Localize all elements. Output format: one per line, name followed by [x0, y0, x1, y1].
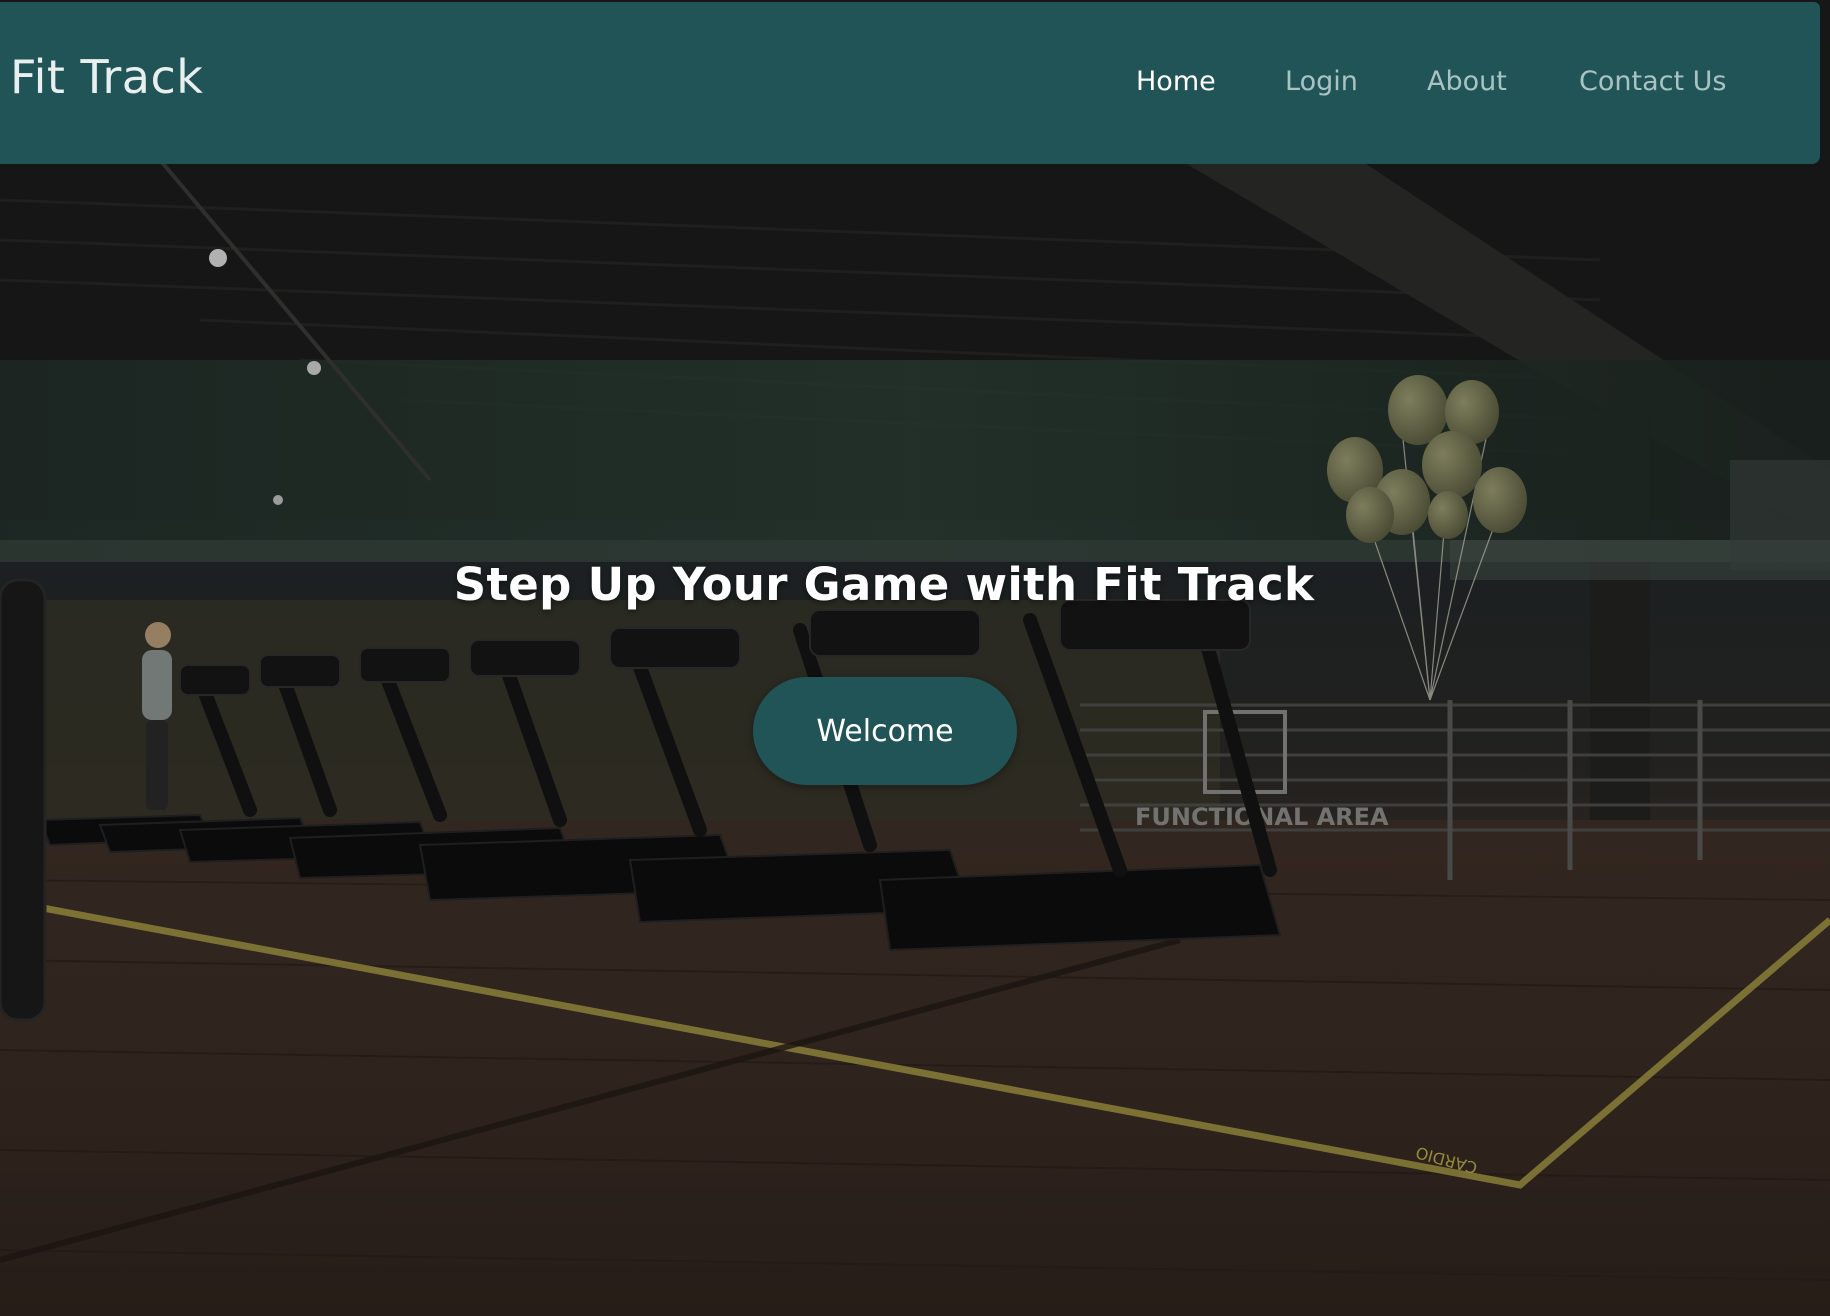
- welcome-button[interactable]: Welcome: [753, 677, 1017, 785]
- hero-title: Step Up Your Game with Fit Track: [453, 558, 1315, 611]
- brand-logo-text[interactable]: Fit Track: [10, 50, 203, 104]
- nav-link-contact-us[interactable]: Contact Us: [1579, 66, 1726, 97]
- nav-link-about[interactable]: About: [1427, 66, 1507, 97]
- nav-link-home[interactable]: Home: [1136, 66, 1216, 97]
- nav-link-login[interactable]: Login: [1285, 66, 1358, 97]
- hero-background: FUNCTIONAL AREA CARDIO: [0, 0, 1830, 1316]
- page: FUNCTIONAL AREA CARDIO Fit Track Home Lo…: [0, 0, 1830, 1316]
- navbar: Fit Track Home Login About Contact Us: [0, 2, 1820, 164]
- hero-dim-overlay: [0, 0, 1830, 1316]
